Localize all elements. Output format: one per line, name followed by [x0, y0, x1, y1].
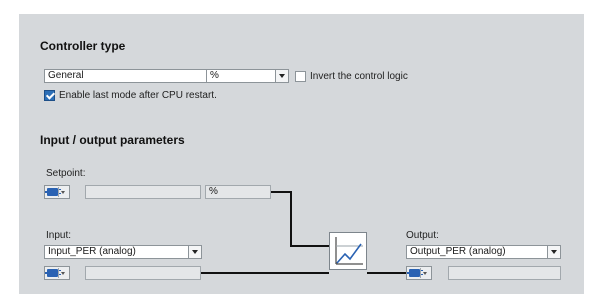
unit-value: %	[210, 70, 219, 81]
enable-last-mode-label: Enable last mode after CPU restart.	[59, 90, 217, 101]
setpoint-value-field[interactable]	[85, 185, 201, 199]
plug-connector-icon	[45, 188, 61, 196]
input-wire	[201, 272, 329, 274]
invert-control-logic-label: Invert the control logic	[310, 71, 408, 82]
output-value-field[interactable]	[448, 266, 561, 280]
setpoint-unit: %	[205, 185, 271, 199]
plug-connector-icon	[407, 269, 423, 277]
output-select-value: Output_PER (analog)	[410, 246, 506, 257]
controller-type-value: General	[48, 70, 84, 81]
input-select-value: Input_PER (analog)	[48, 246, 136, 257]
output-wire	[367, 272, 406, 274]
settings-panel: Controller type General % Invert the con…	[19, 14, 584, 294]
setpoint-source-button[interactable]	[44, 185, 70, 199]
input-value-field[interactable]	[85, 266, 201, 280]
input-source-button[interactable]	[44, 266, 70, 280]
unit-select[interactable]: %	[206, 69, 289, 83]
output-select[interactable]: Output_PER (analog)	[406, 245, 561, 259]
pid-controller-block[interactable]	[329, 232, 367, 270]
plug-connector-icon	[45, 269, 61, 277]
controller-type-select[interactable]: General	[44, 69, 222, 83]
setpoint-wire-vertical	[290, 191, 292, 247]
input-select[interactable]: Input_PER (analog)	[44, 245, 202, 259]
chevron-down-icon[interactable]	[547, 246, 560, 258]
controller-type-heading: Controller type	[40, 39, 126, 53]
enable-last-mode-checkbox[interactable]	[44, 90, 55, 101]
input-label: Input:	[46, 230, 72, 241]
setpoint-wire-to-controller	[290, 245, 330, 247]
chevron-down-icon	[420, 268, 430, 278]
chevron-down-icon[interactable]	[275, 70, 288, 82]
io-parameters-heading: Input / output parameters	[40, 133, 185, 147]
chevron-down-icon[interactable]	[188, 246, 201, 258]
setpoint-wire-horizontal	[271, 191, 291, 193]
output-label: Output:	[406, 230, 439, 241]
invert-control-logic-checkbox[interactable]	[295, 71, 306, 82]
chevron-down-icon	[58, 268, 68, 278]
chevron-down-icon	[58, 187, 68, 197]
setpoint-label: Setpoint:	[46, 168, 86, 179]
pid-response-curve-icon	[335, 237, 363, 265]
output-source-button[interactable]	[406, 266, 432, 280]
